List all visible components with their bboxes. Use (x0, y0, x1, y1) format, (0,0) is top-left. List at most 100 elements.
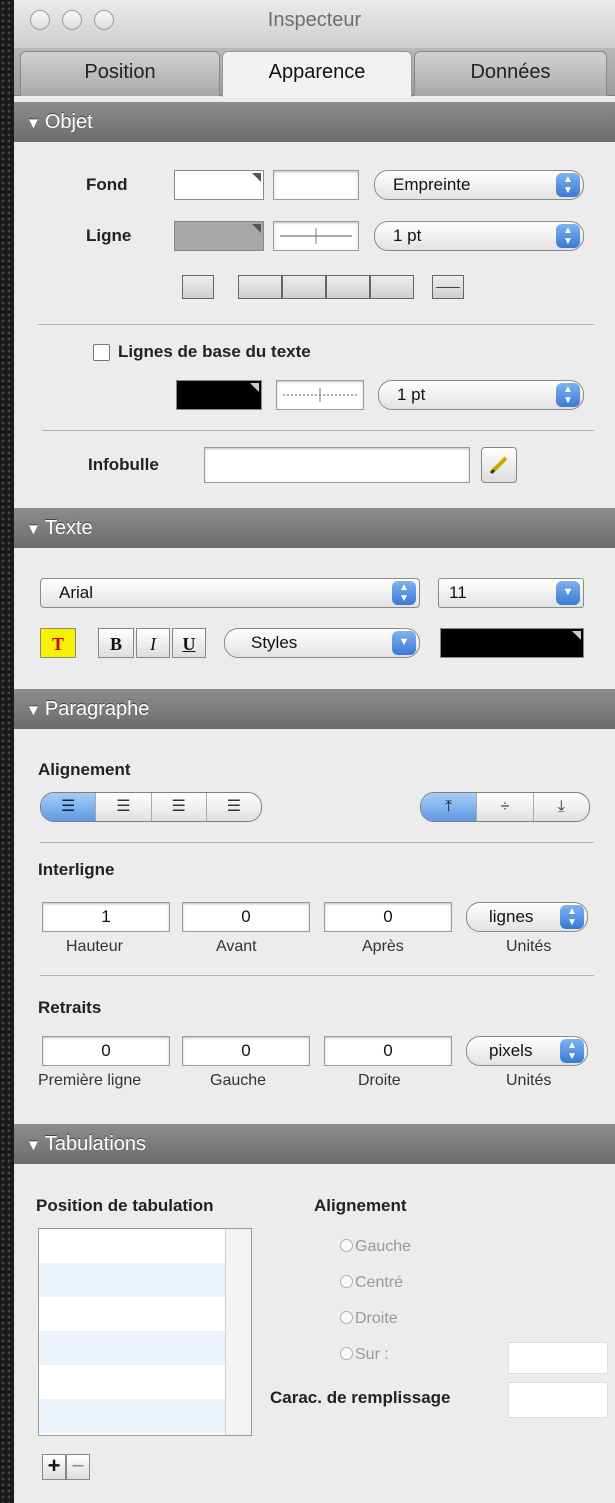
border-right-icon[interactable] (326, 275, 370, 299)
radio-gauche-label: Gauche (355, 1238, 412, 1255)
horizontal-alignment-control[interactable]: ☰ ☰ ☰ ☰ (40, 792, 262, 822)
underline-button[interactable]: U (172, 628, 206, 658)
border-left-icon[interactable] (238, 275, 282, 299)
stepper-arrows-icon: ▲ ▼ (556, 383, 580, 407)
chevron-down-icon: ▼ (556, 581, 580, 605)
title-bar[interactable]: Inspecteur (14, 0, 615, 48)
align-middle-icon[interactable]: ÷ (477, 793, 534, 821)
section-paragraphe[interactable]: ▼ Paragraphe (14, 689, 615, 729)
align-bottom-icon[interactable]: ⤓ (534, 793, 589, 821)
vertical-alignment-control[interactable]: ⤒ ÷ ⤓ (420, 792, 590, 822)
ligne-style-field[interactable] (273, 221, 359, 251)
tab-stops-list[interactable] (38, 1228, 252, 1436)
radio-button-icon (340, 1275, 353, 1288)
window-title: Inspecteur (267, 9, 362, 31)
remove-tab-stop-button[interactable]: − (66, 1454, 90, 1480)
ligne-color-well[interactable] (174, 221, 264, 251)
align-right-icon[interactable]: ☰ (152, 793, 207, 821)
section-objet-label: Objet (44, 111, 93, 133)
align-justify-icon[interactable]: ☰ (207, 793, 261, 821)
tab-apparence[interactable]: Apparence (222, 51, 412, 97)
retrait-unites-select[interactable]: pixels ▲ ▼ (466, 1036, 588, 1066)
color-well-corner-icon (252, 173, 261, 182)
text-color-well[interactable] (440, 628, 584, 658)
interligne-unites-select[interactable]: lignes ▲ ▼ (466, 902, 588, 932)
radio-sur-label: Sur : (355, 1346, 389, 1363)
retraits-label: Retraits (38, 998, 102, 1017)
retrait-gauche-input[interactable]: 0 (182, 1036, 310, 1066)
bold-button[interactable]: B (98, 628, 134, 658)
baseline-style-field[interactable] (276, 380, 364, 410)
fond-style-select[interactable]: Empreinte ▲ ▼ (374, 170, 584, 200)
border-top-icon[interactable] (282, 275, 326, 299)
tab-bar: Position Apparence Données (14, 48, 615, 97)
divider (42, 430, 594, 431)
apres-caption: Après (362, 938, 404, 955)
radio-centre[interactable]: Centré (340, 1274, 403, 1292)
pencil-glyph (489, 456, 508, 475)
stepper-arrows-icon: ▲ ▼ (556, 224, 580, 248)
section-texte-label: Texte (44, 517, 93, 539)
radio-droite[interactable]: Droite (340, 1310, 398, 1328)
border-middle-icon[interactable] (432, 275, 464, 299)
border-all-icon[interactable] (182, 275, 214, 299)
styles-select[interactable]: Styles ▼ (224, 628, 420, 658)
stepper-arrows-icon: ▲ ▼ (556, 173, 580, 197)
tab-donnees[interactable]: Données (414, 51, 607, 96)
fond-pattern-field[interactable] (273, 170, 359, 200)
align-left-icon[interactable]: ☰ (41, 793, 97, 821)
divider (38, 324, 594, 325)
radio-gauche[interactable]: Gauche (340, 1238, 411, 1256)
line-dotted-icon (283, 388, 357, 402)
list-scrollbar[interactable] (225, 1229, 251, 1435)
italic-button[interactable]: I (136, 628, 170, 658)
section-texte[interactable]: ▼ Texte (14, 508, 615, 548)
tab-stops-rows (39, 1229, 225, 1435)
radio-centre-label: Centré (355, 1274, 404, 1291)
tab-alignement-label: Alignement (314, 1196, 407, 1215)
border-bottom-icon[interactable] (370, 275, 414, 299)
baseline-checkbox[interactable] (93, 344, 110, 361)
interligne-avant-input[interactable]: 0 (182, 902, 310, 932)
pencil-icon[interactable] (481, 447, 517, 483)
interligne-apres-input[interactable]: 0 (324, 902, 452, 932)
section-tabulations[interactable]: ▼ Tabulations (14, 1124, 615, 1164)
retrait-premiere-input[interactable]: 0 (42, 1036, 170, 1066)
remplissage-input[interactable] (508, 1382, 608, 1418)
tab-position[interactable]: Position (20, 51, 220, 96)
radio-droite-label: Droite (355, 1310, 398, 1327)
interligne-hauteur-input[interactable]: 1 (42, 902, 170, 932)
color-well-corner-icon (572, 631, 581, 640)
align-top-icon[interactable]: ⤒ (421, 793, 478, 821)
section-paragraphe-label: Paragraphe (44, 698, 150, 720)
section-objet[interactable]: ▼ Objet (14, 102, 615, 142)
baseline-color-well[interactable] (176, 380, 262, 410)
fond-color-well[interactable] (174, 170, 264, 200)
font-size-combo[interactable]: 11 ▼ (438, 578, 584, 608)
retrait-unites-value: pixels (489, 1041, 533, 1060)
radio-button-icon (340, 1347, 353, 1360)
font-size-value: 11 (449, 583, 467, 602)
chevron-down-icon: ▼ (392, 631, 416, 655)
baseline-width-select[interactable]: 1 pt ▲ ▼ (378, 380, 584, 410)
section-tabulations-label: Tabulations (44, 1133, 147, 1155)
font-select[interactable]: Arial ▲ ▼ (40, 578, 420, 608)
inspector-window: Inspecteur Position Apparence Données ▼ O… (14, 0, 615, 1503)
text-highlight-button[interactable]: T (40, 628, 76, 658)
gauche-caption: Gauche (210, 1072, 267, 1089)
divider (40, 842, 594, 843)
position-tabulation-label: Position de tabulation (36, 1196, 214, 1215)
infobulle-input[interactable] (204, 447, 470, 483)
line-dash-icon (280, 228, 352, 244)
radio-sur[interactable]: Sur : (340, 1346, 389, 1364)
radio-button-icon (340, 1311, 353, 1324)
retrait-droite-input[interactable]: 0 (324, 1036, 452, 1066)
stepper-arrows-icon: ▲ ▼ (560, 905, 584, 929)
add-tab-stop-button[interactable]: + (42, 1454, 66, 1480)
ligne-width-select[interactable]: 1 pt ▲ ▼ (374, 221, 584, 251)
droite-caption: Droite (358, 1072, 401, 1089)
avant-caption: Avant (216, 938, 257, 955)
align-center-icon[interactable]: ☰ (96, 793, 152, 821)
interligne-label: Interligne (38, 860, 115, 879)
sur-char-input[interactable] (508, 1342, 608, 1374)
